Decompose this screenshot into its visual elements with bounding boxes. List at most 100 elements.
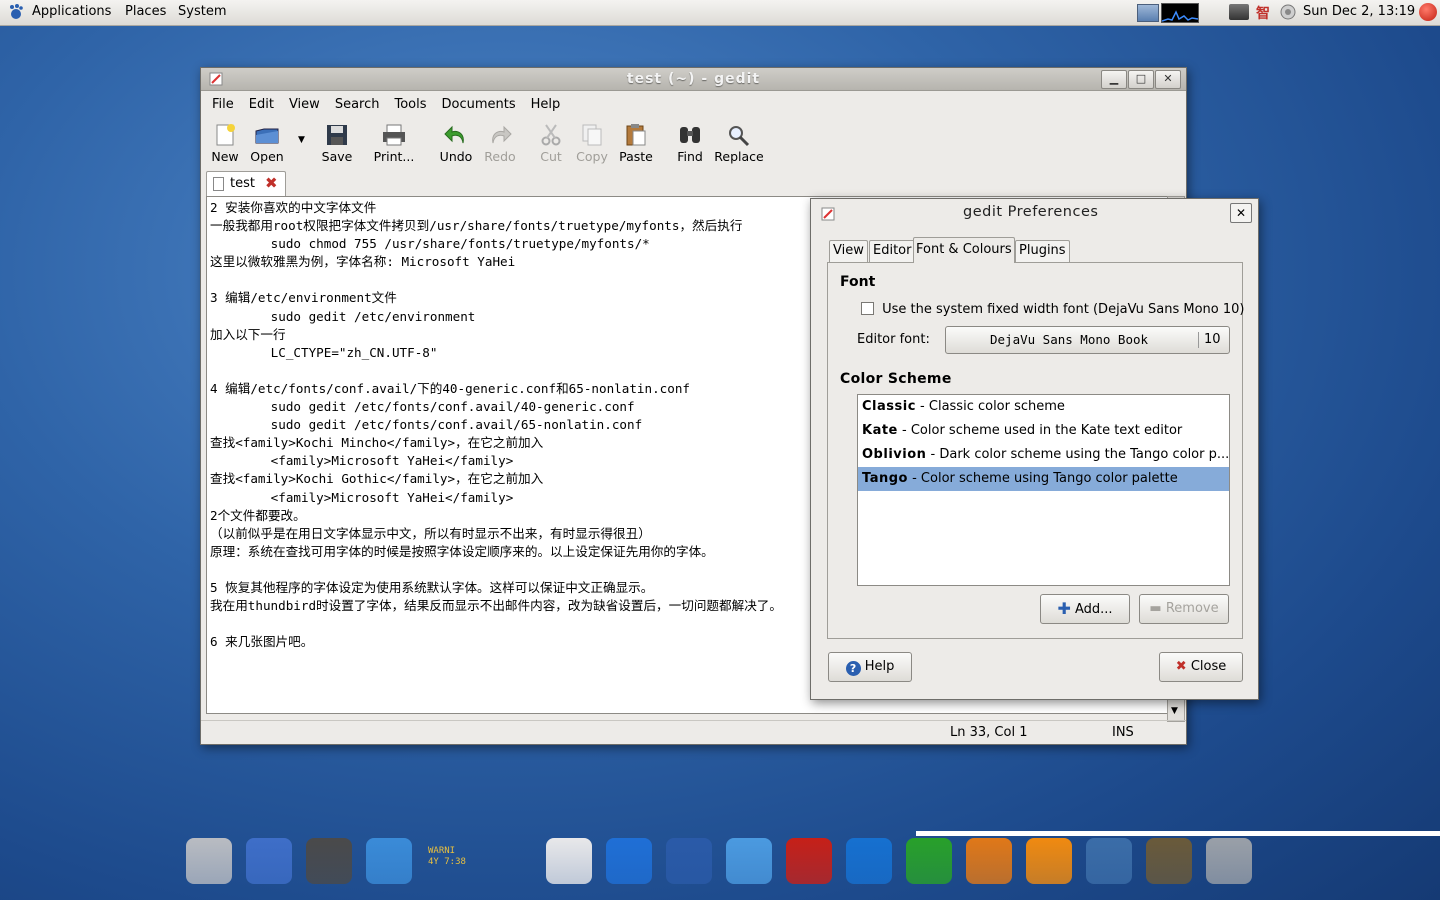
ime-indicator[interactable]: 智: [1256, 3, 1270, 23]
minimize-button[interactable]: ▁: [1101, 70, 1127, 89]
menu-tools[interactable]: Tools: [394, 97, 426, 112]
word-processor-icon[interactable]: [846, 838, 892, 884]
new-button[interactable]: New: [207, 123, 243, 164]
find-button[interactable]: Find: [673, 123, 707, 164]
vlc-icon[interactable]: [1026, 838, 1072, 884]
network-monitor-icon[interactable]: [1137, 4, 1159, 22]
menu-search[interactable]: Search: [335, 97, 380, 112]
paste-button[interactable]: Paste: [617, 123, 655, 164]
text-editor-icon[interactable]: [546, 838, 592, 884]
scissors-icon: [538, 123, 564, 147]
menubar: File Edit View Search Tools Documents Help: [212, 97, 575, 112]
editor-font-size: 10: [1204, 332, 1221, 347]
color-scheme-row[interactable]: Tango - Color scheme using Tango color p…: [858, 467, 1229, 491]
add-scheme-button[interactable]: ✚ Add...: [1040, 594, 1130, 624]
editor-font-button[interactable]: DejaVu Sans Mono Book 10: [945, 326, 1230, 354]
color-scheme-heading: Color Scheme: [840, 371, 952, 387]
shutdown-icon[interactable]: [1419, 3, 1437, 21]
tab-view[interactable]: View: [829, 240, 868, 262]
web-browser-icon[interactable]: [606, 838, 652, 884]
tab-font-colours[interactable]: Font & Colours: [913, 237, 1015, 263]
editor-icon[interactable]: [246, 838, 292, 884]
menu-help[interactable]: Help: [531, 97, 561, 112]
copy-label: Copy: [576, 149, 608, 164]
close-icon: ✖: [1175, 659, 1187, 674]
scheme-description: - Color scheme using Tango color palette: [907, 471, 1178, 486]
hard-disk-icon[interactable]: [186, 838, 232, 884]
menu-edit[interactable]: Edit: [249, 97, 274, 112]
open-recent-dropdown-icon[interactable]: ▼: [298, 135, 305, 145]
spreadsheet-icon[interactable]: [906, 838, 952, 884]
camera-icon[interactable]: [306, 838, 352, 884]
tab-plugins[interactable]: Plugins: [1015, 240, 1070, 262]
insert-mode: INS: [1112, 725, 1134, 740]
menu-file[interactable]: File: [212, 97, 234, 112]
media-player-icon[interactable]: [366, 838, 412, 884]
scheme-description: - Classic color scheme: [915, 399, 1065, 414]
color-scheme-list[interactable]: Classic - Classic color scheme Kate - Col…: [857, 394, 1230, 586]
binoculars-icon: [677, 123, 703, 147]
print-button[interactable]: Print...: [371, 123, 417, 164]
console-log-icon[interactable]: WARNI 4Y 7:38 F: [426, 838, 472, 884]
document-tab[interactable]: test ✖: [206, 171, 286, 196]
system-font-checkbox[interactable]: Use the system fixed width font (DejaVu …: [861, 302, 1245, 317]
system-font-checkbox-box[interactable]: [861, 302, 874, 315]
color-scheme-row[interactable]: Kate - Color scheme used in the Kate tex…: [858, 419, 1229, 443]
places-menu[interactable]: Places: [125, 4, 166, 19]
undo-arrow-icon: [443, 123, 469, 147]
close-button[interactable]: ✖ Close: [1159, 652, 1243, 682]
tab-editor[interactable]: Editor: [869, 240, 916, 262]
close-dialog-button[interactable]: ✕: [1230, 203, 1252, 223]
save-label: Save: [321, 149, 353, 164]
system-menu[interactable]: System: [178, 4, 226, 19]
copy-icon: [579, 123, 605, 147]
printer-icon: [381, 123, 407, 147]
undo-button[interactable]: Undo: [436, 123, 476, 164]
add-icon: ✚: [1057, 599, 1071, 618]
scroll-down-arrow-icon[interactable]: ▼: [1171, 706, 1178, 716]
open-button[interactable]: Open: [247, 123, 287, 164]
magnifier-icon: [726, 123, 752, 147]
cut-label: Cut: [540, 149, 562, 164]
maximize-button[interactable]: □: [1128, 70, 1154, 89]
clipboard-icon: [623, 123, 649, 147]
font-section-heading: Font: [840, 274, 876, 290]
close-tab-icon[interactable]: ✖: [265, 174, 278, 192]
help-button[interactable]: ? Help: [828, 652, 912, 682]
gimp-icon[interactable]: [1146, 838, 1192, 884]
document-tab-label: test: [230, 176, 255, 191]
remove-label: Remove: [1165, 601, 1219, 616]
save-button[interactable]: Save: [319, 123, 355, 164]
volume-icon[interactable]: [1279, 4, 1297, 20]
filezilla-icon[interactable]: [786, 838, 832, 884]
system-font-checkbox-label: Use the system fixed width font (DejaVu …: [882, 302, 1245, 317]
presentation-icon[interactable]: [966, 838, 1012, 884]
trash-icon[interactable]: [1206, 838, 1252, 884]
applications-menu[interactable]: Applications: [32, 4, 111, 19]
menu-view[interactable]: View: [289, 97, 320, 112]
scheme-description: - Color scheme used in the Kate text edi…: [897, 423, 1183, 438]
color-scheme-row[interactable]: Oblivion - Dark color scheme using the T…: [858, 443, 1229, 467]
gedit-titlebar[interactable]: test (~) - gedit ▁ □ ✕: [201, 68, 1186, 91]
preferences-dialog: gedit Preferences ✕ View Editor Font & C…: [810, 198, 1259, 700]
clock[interactable]: Sun Dec 2, 13:19: [1303, 4, 1415, 19]
scheme-name: Classic: [862, 399, 916, 414]
mail-icon[interactable]: [666, 838, 712, 884]
close-window-button[interactable]: ✕: [1155, 70, 1181, 89]
network-computer-icon[interactable]: [1229, 4, 1249, 20]
chat-icon[interactable]: [726, 838, 772, 884]
close-label: Close: [1190, 659, 1227, 674]
preferences-titlebar[interactable]: gedit Preferences ✕: [811, 199, 1258, 227]
cut-button: Cut: [536, 123, 566, 164]
menu-documents[interactable]: Documents: [442, 97, 516, 112]
replace-button[interactable]: Replace: [713, 123, 765, 164]
terminal-icon[interactable]: [486, 838, 532, 884]
paste-label: Paste: [619, 149, 653, 164]
system-monitor-graph[interactable]: [1161, 3, 1199, 23]
network-icon[interactable]: [1086, 838, 1132, 884]
tab-editor-label: Editor: [873, 243, 912, 258]
gnome-foot-icon[interactable]: [8, 4, 24, 20]
color-scheme-row[interactable]: Classic - Classic color scheme: [858, 395, 1229, 419]
editor-font-name: DejaVu Sans Mono Book: [990, 332, 1149, 347]
gedit-title: test (~) - gedit: [626, 71, 761, 87]
